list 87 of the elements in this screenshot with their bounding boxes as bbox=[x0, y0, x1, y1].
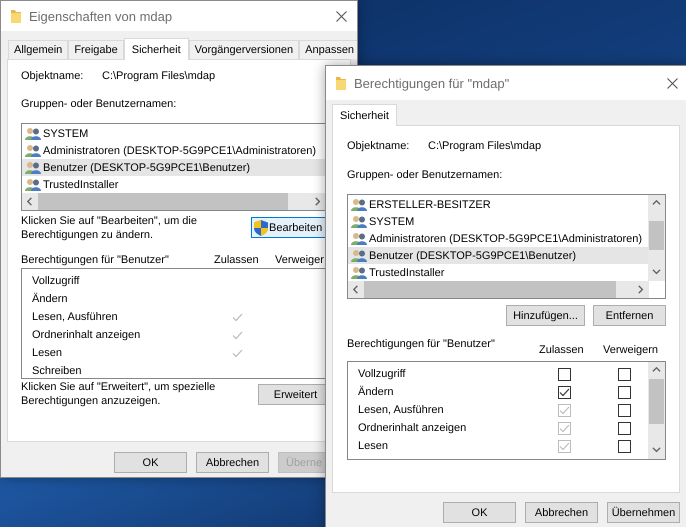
scrollbar-thumb[interactable] bbox=[38, 193, 288, 210]
checkbox[interactable] bbox=[618, 404, 631, 416]
permission-name: Vollzugriff bbox=[358, 368, 406, 380]
users-icon bbox=[351, 266, 367, 279]
horizontal-scrollbar[interactable] bbox=[22, 193, 326, 210]
horizontal-scrollbar[interactable] bbox=[348, 281, 649, 298]
tab[interactable]: Sicherheit bbox=[332, 104, 397, 126]
hint-text: Klicken Sie auf "Erweitert", um spezielle Berechtigungen anzuzeigen. bbox=[21, 380, 216, 408]
check-icon bbox=[559, 424, 570, 432]
permission-name: Vollzugriff bbox=[32, 275, 80, 287]
list-item[interactable]: TrustedInstaller bbox=[22, 176, 338, 193]
dialog-button[interactable]: OK bbox=[443, 502, 516, 523]
close-icon[interactable] bbox=[667, 78, 678, 88]
column-header: Verweigern bbox=[603, 344, 658, 356]
users-icon bbox=[25, 144, 41, 157]
list-item[interactable]: Administratoren (DESKTOP-5G9PCE1\Administratoren) bbox=[22, 142, 338, 159]
column-header: Verweiger bbox=[275, 254, 324, 266]
remove-button[interactable]: Entfernen bbox=[593, 305, 666, 326]
chevron-down-icon[interactable] bbox=[652, 268, 661, 277]
window-title: Eigenschaften von mdap bbox=[29, 8, 174, 24]
permission-name: Lesen bbox=[32, 347, 63, 359]
checkbox[interactable] bbox=[618, 422, 631, 434]
section-label: Berechtigungen für "Benutzer" bbox=[347, 338, 496, 350]
tab[interactable]: Vorgängerversionen bbox=[188, 40, 300, 59]
list-item[interactable]: Administratoren (DESKTOP-5G9PCE1\Administratoren) bbox=[348, 230, 665, 247]
permission-name: Ändern bbox=[32, 293, 68, 305]
users-icon bbox=[25, 161, 41, 174]
vertical-scrollbar[interactable] bbox=[648, 362, 665, 459]
dialog-button[interactable]: Übernehmen bbox=[607, 502, 680, 523]
users-icon bbox=[25, 127, 41, 140]
tab[interactable]: Sicherheit bbox=[124, 38, 189, 60]
column-header: Zulassen bbox=[539, 344, 585, 356]
field-label: Objektname: bbox=[21, 70, 84, 82]
list-item[interactable]: SYSTEM bbox=[348, 213, 665, 230]
tab[interactable]: Freigabe bbox=[68, 40, 124, 59]
scrollbar-thumb[interactable] bbox=[364, 281, 616, 298]
checkbox[interactable] bbox=[618, 368, 631, 380]
users-icon bbox=[351, 249, 367, 262]
hint-text: Klicken Sie auf "Bearbeiten", um die Berechtigungen zu ändern. bbox=[21, 214, 198, 242]
users-icon bbox=[25, 178, 41, 191]
folder-icon bbox=[11, 9, 21, 23]
column-header: Zulassen bbox=[214, 254, 260, 266]
folder-icon bbox=[336, 76, 346, 90]
list-item[interactable]: TrustedInstaller bbox=[348, 264, 665, 281]
list-item[interactable]: SYSTEM bbox=[22, 125, 338, 142]
dialog-button[interactable]: Abbrechen bbox=[525, 502, 598, 523]
scrollbar-thumb[interactable] bbox=[649, 379, 664, 424]
tab[interactable]: Allgemein bbox=[8, 40, 68, 59]
object-path: C:\Program Files\mdap bbox=[102, 70, 216, 82]
chevron-right-icon[interactable] bbox=[314, 197, 322, 206]
dialog-button[interactable]: OK bbox=[114, 452, 187, 473]
permission-name: Lesen bbox=[358, 440, 389, 452]
tab[interactable]: Anpassen bbox=[299, 40, 357, 59]
check-icon bbox=[559, 406, 570, 414]
permission-name: Lesen, Ausführen bbox=[358, 404, 445, 416]
chevron-left-icon[interactable] bbox=[26, 197, 34, 206]
section-label: Gruppen- oder Benutzernamen: bbox=[347, 169, 504, 181]
users-icon bbox=[351, 232, 367, 245]
check-icon bbox=[559, 388, 570, 396]
checkbox[interactable] bbox=[558, 386, 571, 398]
dialog-button[interactable]: Abbrechen bbox=[196, 452, 269, 473]
users-icon bbox=[351, 198, 367, 211]
window-title: Berechtigungen für "mdap" bbox=[354, 76, 510, 90]
user-list[interactable]: ERSTELLER-BESITZER SYSTEM Administratoren (DESKTOP-5G9PCE1\Administratoren) Benutzer (DESKTOP-5G9PCE1\Benutzer) TrustedInstaller bbox=[347, 194, 666, 299]
checkbox[interactable] bbox=[618, 386, 631, 398]
permission-name: Schreiben bbox=[32, 365, 83, 377]
users-icon bbox=[351, 215, 367, 228]
check-icon bbox=[559, 442, 570, 450]
permission-name: Ordnerinhalt anzeigen bbox=[358, 422, 468, 434]
field-label: Objektname: bbox=[347, 140, 410, 152]
permission-name: Ändern bbox=[358, 386, 394, 398]
section-label: Gruppen- oder Benutzernamen: bbox=[21, 98, 178, 110]
chevron-down-icon[interactable] bbox=[652, 446, 661, 455]
vertical-scrollbar[interactable] bbox=[648, 195, 665, 281]
shield-icon bbox=[254, 220, 268, 236]
chevron-right-icon[interactable] bbox=[636, 285, 646, 294]
scrollbar-thumb[interactable] bbox=[649, 221, 664, 250]
add-button[interactable]: Hinzufügen... bbox=[506, 305, 585, 326]
permission-name: Ordnerinhalt anzeigen bbox=[32, 329, 142, 341]
chevron-left-icon[interactable] bbox=[352, 285, 360, 294]
list-item[interactable]: ERSTELLER-BESITZER bbox=[348, 196, 665, 213]
checkbox[interactable] bbox=[558, 368, 571, 380]
close-icon[interactable] bbox=[336, 10, 347, 22]
object-path: C:\Program Files\mdap bbox=[428, 140, 542, 152]
checkbox[interactable] bbox=[618, 440, 631, 452]
section-label: Berechtigungen für "Benutzer" bbox=[21, 254, 170, 266]
permission-name: Lesen, Ausführen bbox=[32, 311, 119, 323]
